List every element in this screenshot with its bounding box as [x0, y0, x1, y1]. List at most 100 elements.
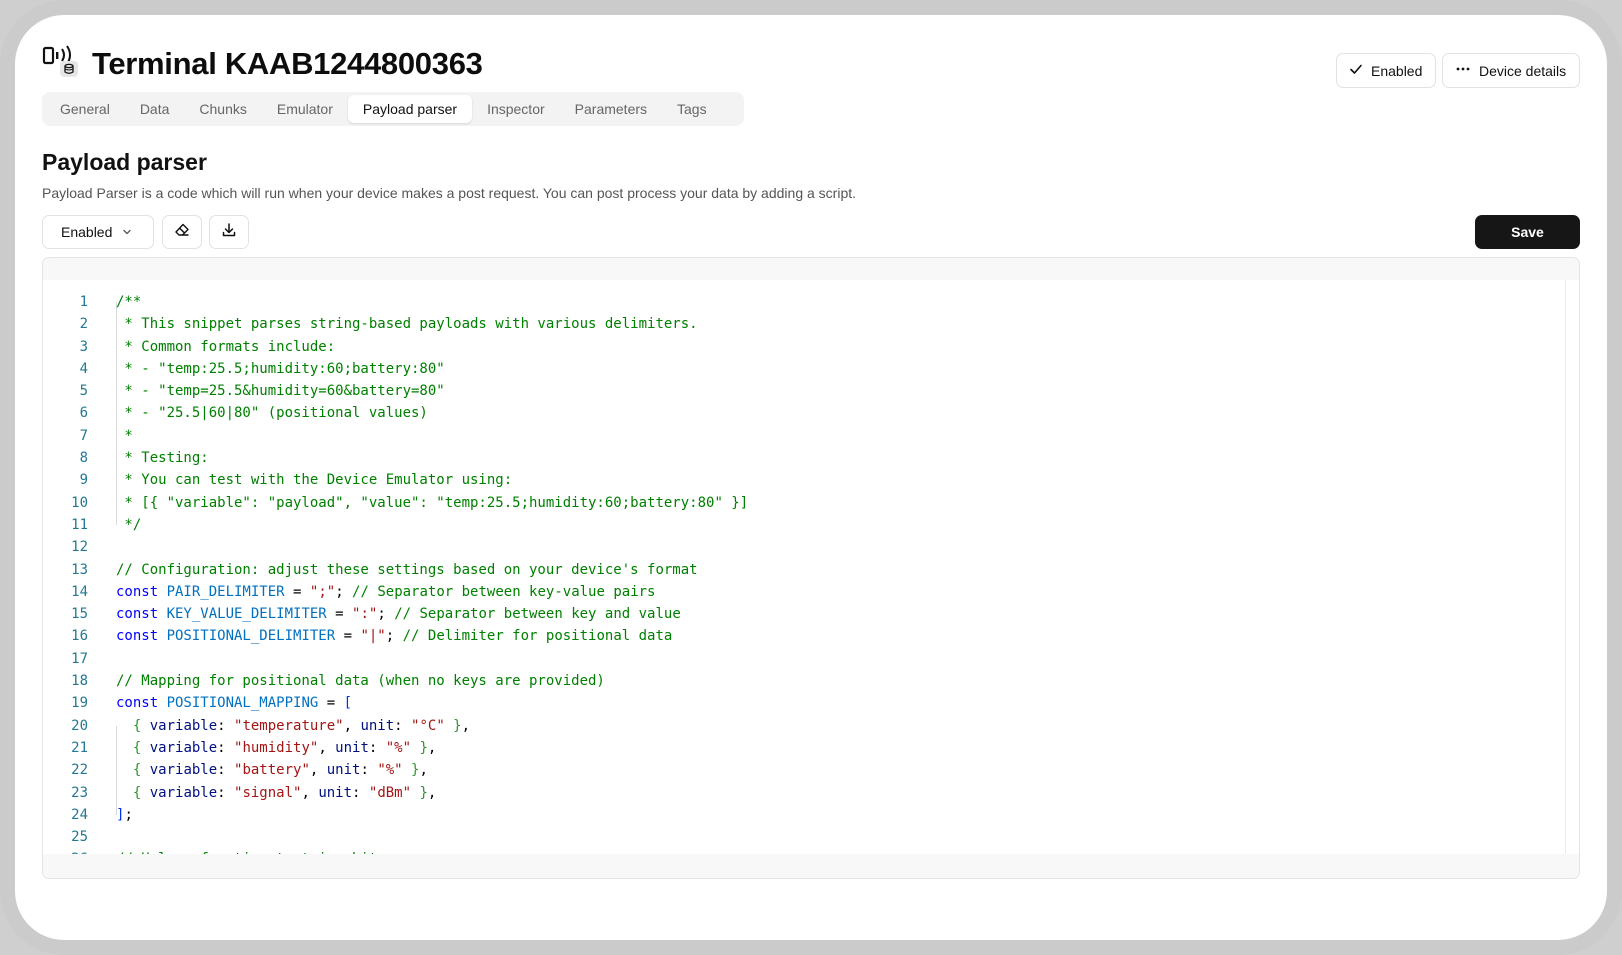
line-number: 8: [79, 450, 88, 467]
section-description: Payload Parser is a code which will run …: [42, 185, 857, 201]
code-line[interactable]: *: [116, 425, 1565, 447]
code-line[interactable]: const KEY_VALUE_DELIMITER = ":"; // Sepa…: [116, 603, 1565, 625]
code-token: variable: [141, 784, 218, 801]
enabled-toggle-button[interactable]: Enabled: [1336, 53, 1436, 88]
code-token: POSITIONAL_MAPPING: [166, 695, 319, 712]
tab-inspector[interactable]: Inspector: [472, 95, 560, 123]
code-token: * [{ "variable": "payload", "value": "te…: [116, 494, 749, 511]
line-number: 24: [71, 806, 88, 823]
tab-emulator[interactable]: Emulator: [262, 95, 348, 123]
code-token: * Testing:: [116, 450, 209, 467]
code-line[interactable]: // Mapping for positional data (when no …: [116, 670, 1565, 692]
code-content[interactable]: /** * This snippet parses string-based p…: [116, 291, 1565, 854]
code-token: "battery": [234, 762, 310, 779]
code-token: variable: [141, 717, 218, 734]
code-line[interactable]: * You can test with the Device Emulator …: [116, 469, 1565, 491]
save-button[interactable]: Save: [1475, 215, 1580, 249]
download-code-button[interactable]: [209, 215, 249, 249]
code-token: const: [116, 628, 167, 645]
code-line[interactable]: { variable: "temperature", unit: "°C" },: [116, 715, 1565, 737]
more-horizontal-icon: [1455, 62, 1471, 79]
code-line[interactable]: // Configuration: adjust these settings …: [116, 559, 1565, 581]
code-line[interactable]: * - "25.5|60|80" (positional values): [116, 402, 1565, 424]
code-token: =: [318, 695, 344, 712]
code-token: KEY_VALUE_DELIMITER: [166, 606, 327, 623]
line-number: 20: [71, 717, 88, 734]
line-number-gutter: 1 2 3 4 5 6 7 8 9 10 11 12 13 14 15 16 17 18 19 20 21 22 23 24 2…: [43, 291, 103, 854]
code-line[interactable]: * This snippet parses string-based paylo…: [116, 313, 1565, 335]
code-token: :: [394, 717, 412, 734]
code-line[interactable]: [116, 648, 1565, 670]
code-token: }: [444, 717, 462, 734]
code-token: ,: [343, 717, 361, 734]
tab-bar: General Data Chunks Emulator Payload par…: [42, 92, 744, 126]
code-token: POSITIONAL_DELIMITER: [166, 628, 336, 645]
tab-tags[interactable]: Tags: [662, 95, 722, 123]
line-number: 12: [71, 539, 88, 556]
line-number: 16: [71, 628, 88, 645]
code-token: :: [368, 739, 386, 756]
code-line[interactable]: [116, 826, 1565, 848]
code-line[interactable]: * Testing:: [116, 447, 1565, 469]
code-token: * You can test with the Device Emulator …: [116, 472, 513, 489]
code-line[interactable]: /**: [116, 291, 1565, 313]
eraser-icon: [174, 222, 190, 243]
line-number: 6: [79, 405, 88, 422]
code-line[interactable]: [116, 536, 1565, 558]
line-number: 21: [71, 739, 88, 756]
code-line[interactable]: const POSITIONAL_MAPPING = [: [116, 692, 1565, 714]
code-line[interactable]: { variable: "signal", unit: "dBm" },: [116, 782, 1565, 804]
line-number: 25: [71, 829, 88, 846]
clear-code-button[interactable]: [162, 215, 202, 249]
code-line[interactable]: * - "temp:25.5;humidity:60;battery:80": [116, 358, 1565, 380]
code-line[interactable]: * [{ "variable": "payload", "value": "te…: [116, 492, 1565, 514]
code-token: "%": [385, 739, 412, 756]
code-token: :: [217, 784, 235, 801]
code-editor-area[interactable]: 1 2 3 4 5 6 7 8 9 10 11 12 13 14 15 16 17 18 19 20 21 22 23 24 2…: [43, 280, 1565, 854]
code-token: ,: [419, 762, 428, 779]
code-token: ;: [335, 583, 353, 600]
line-number: 23: [71, 784, 88, 801]
line-number: 7: [79, 427, 88, 444]
code-line[interactable]: { variable: "humidity", unit: "%" },: [116, 737, 1565, 759]
device-details-button[interactable]: Device details: [1442, 53, 1580, 88]
page-title: Terminal KAAB1244800363: [92, 46, 483, 81]
device-details-label: Device details: [1479, 62, 1567, 79]
code-token: // Separator between key and value: [394, 606, 681, 623]
code-token: "signal": [234, 784, 302, 801]
code-token: "|": [360, 628, 386, 645]
code-token: ,: [301, 784, 319, 801]
tab-data[interactable]: Data: [125, 95, 185, 123]
tab-chunks[interactable]: Chunks: [184, 95, 261, 123]
code-token: "dBm": [368, 784, 412, 801]
code-token: ";": [309, 583, 336, 600]
code-line[interactable]: */: [116, 514, 1565, 536]
code-token: unit: [360, 717, 395, 734]
code-token: :: [217, 717, 235, 734]
code-token: "temperature": [234, 717, 344, 734]
code-line[interactable]: * Common formats include:: [116, 336, 1565, 358]
code-token: * - "temp=25.5&humidity=60&battery=80": [116, 383, 445, 400]
code-line[interactable]: const PAIR_DELIMITER = ";"; // Separator…: [116, 581, 1565, 603]
parser-status-select[interactable]: Enabled: [42, 215, 154, 249]
code-token: // Separator between key-value pairs: [352, 583, 656, 600]
code-token: }: [411, 784, 428, 801]
code-line[interactable]: ];: [116, 804, 1565, 826]
code-line[interactable]: * - "temp=25.5&humidity=60&battery=80": [116, 380, 1565, 402]
code-token: ;: [377, 606, 395, 623]
tab-payload-parser[interactable]: Payload parser: [347, 95, 473, 123]
tab-general[interactable]: General: [45, 95, 125, 123]
editor-scrollbar[interactable]: [1565, 280, 1579, 872]
tab-parameters[interactable]: Parameters: [560, 95, 662, 123]
download-icon: [221, 222, 237, 243]
code-line[interactable]: const POSITIONAL_DELIMITER = "|"; // Del…: [116, 625, 1565, 647]
code-editor: 1 2 3 4 5 6 7 8 9 10 11 12 13 14 15 16 17 18 19 20 21 22 23 24 2…: [42, 257, 1580, 879]
code-token: =: [284, 583, 310, 600]
code-token: * - "temp:25.5;humidity:60;battery:80": [116, 360, 445, 377]
code-token: ,: [427, 739, 437, 756]
code-token: unit: [335, 739, 369, 756]
code-line[interactable]: { variable: "battery", unit: "%" },: [116, 759, 1565, 781]
line-number: 2: [79, 316, 88, 333]
